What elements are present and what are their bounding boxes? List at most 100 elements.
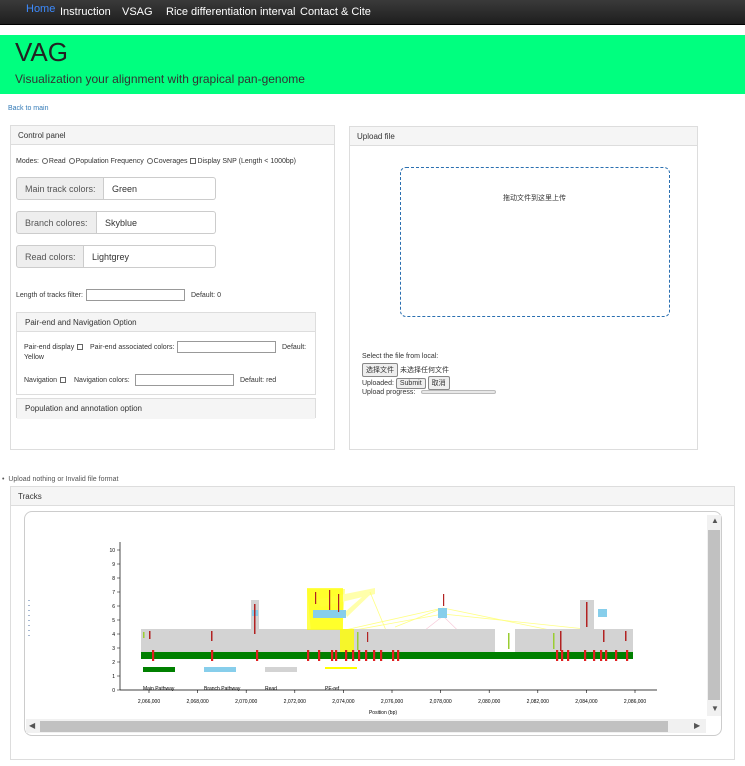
x-tick-label: 2,084,000: [575, 699, 597, 705]
read-color-input[interactable]: Lightgrey: [84, 245, 216, 268]
mode-coverages-radio[interactable]: [146, 158, 153, 165]
navigation-marker: [352, 650, 355, 661]
read-color-label: Read colors:: [16, 245, 84, 268]
top-navbar: Home Instruction VSAG Rice differentiati…: [0, 0, 745, 25]
no-file-chosen-text: 未选择任何文件: [399, 366, 449, 374]
legend-swatch: [325, 667, 357, 669]
modes-row: Modes: Read Population Frequency Coverag…: [16, 158, 296, 165]
pair-end-default-label: Default:: [282, 344, 307, 351]
main-track-color-group: Main track colors: Green: [16, 177, 216, 200]
y-tick-label: 6: [112, 604, 115, 610]
navigation-marker: [615, 650, 618, 661]
nav-instruction[interactable]: Instruction: [60, 6, 111, 18]
navigation-colors-input[interactable]: [135, 374, 234, 386]
mode-read-label: Read: [48, 158, 66, 165]
navigation-marker: [331, 650, 334, 661]
upload-progress-bar: [421, 390, 496, 394]
mode-population-label: Population Frequency: [75, 158, 144, 165]
modes-label: Modes:: [16, 158, 39, 165]
mode-coverages-label: Coverages: [153, 158, 188, 165]
navigation-marker: [584, 650, 587, 661]
legend-label: Read: [265, 686, 277, 692]
pair-end-display-row: Pair-end display: [24, 344, 84, 351]
branch-color-label: Branch colores:: [16, 211, 97, 234]
legend-label: PE-ref: [325, 686, 340, 692]
legend-label: Main Pathway: [143, 686, 175, 692]
population-annotation-panel[interactable]: Population and annotation option: [16, 398, 316, 419]
dropzone-text: 拖动文件到这里上传: [503, 195, 566, 202]
snp-hint: (Length < 1000bp): [238, 158, 297, 165]
pair-end-colors-label: Pair-end associated colors:: [90, 344, 175, 351]
submit-button[interactable]: Submit: [395, 377, 426, 389]
navigation-marker: [358, 650, 361, 661]
navigation-marker: [397, 650, 400, 661]
navigation-marker: [600, 650, 603, 661]
legend-label: Branch Pathway: [204, 686, 241, 692]
navigation-colors-label: Navigation colors:: [74, 377, 130, 384]
length-filter-input[interactable]: [86, 289, 185, 301]
pair-end-display-checkbox[interactable]: [77, 344, 84, 351]
nav-vsag[interactable]: VSAG: [122, 6, 153, 18]
navigation-label: Navigation: [24, 377, 58, 384]
page-subtitle: Visualization your alignment with grapic…: [15, 72, 305, 86]
legend-swatch: [265, 667, 297, 672]
length-filter-default: Default: 0: [191, 292, 221, 299]
upload-panel-heading: Upload file: [350, 127, 697, 146]
pair-end-panel-heading: Pair-end and Navigation Option: [17, 313, 315, 332]
navigation-default: Default: red: [240, 377, 277, 384]
navigation-marker: [307, 650, 310, 661]
y-tick-label: 5: [112, 618, 115, 624]
legend-swatch: [204, 667, 236, 672]
x-tick-label: 2,070,000: [235, 699, 257, 705]
x-tick-label: 2,080,000: [478, 699, 500, 705]
scroll-up-icon[interactable]: ▲: [711, 516, 719, 525]
x-tick-label: 2,086,000: [624, 699, 646, 705]
y-tick-label: 8: [112, 576, 115, 582]
nav-contact-cite[interactable]: Contact & Cite: [300, 6, 371, 18]
header-banner: VAG Visualization your alignment with gr…: [0, 35, 745, 94]
cancel-button[interactable]: 取消: [427, 376, 450, 390]
back-to-main-link[interactable]: Back to main: [8, 105, 48, 112]
branch-color-input[interactable]: Skyblue: [97, 211, 216, 234]
pair-end-colors-input[interactable]: [177, 341, 276, 353]
scroll-right-icon[interactable]: ▶: [694, 721, 700, 730]
navigation-checkbox[interactable]: [60, 377, 67, 384]
tracks-horizontal-scroll-thumb[interactable]: [40, 721, 668, 732]
y-tick-label: 2: [112, 660, 115, 666]
x-tick-label: 2,074,000: [332, 699, 354, 705]
choose-file-button[interactable]: 选择文件: [362, 363, 398, 377]
main-track-color-label: Main track colors:: [16, 177, 104, 200]
y-tick-label: 0: [112, 688, 115, 694]
mode-read-radio[interactable]: [41, 158, 48, 165]
main-track-color-input[interactable]: Green: [104, 177, 216, 200]
tracks-viewer[interactable]: 0 1 2 3 4 5 6 7 8 9 10 2,066,000 2,068,000 2,070,000…: [24, 511, 722, 736]
x-tick-label: 2,072,000: [284, 699, 306, 705]
navigation-marker: [556, 650, 559, 661]
navigation-marker: [605, 650, 608, 661]
mode-population-radio[interactable]: [68, 158, 75, 165]
nav-rice-differentiation-interval[interactable]: Rice differentiation interval: [166, 6, 295, 18]
navigation-marker: [626, 650, 629, 661]
x-tick-label: 2,078,000: [429, 699, 451, 705]
pair-end-display-label: Pair-end display: [24, 344, 75, 351]
pair-end-default-value: Yellow: [24, 354, 44, 361]
scroll-down-icon[interactable]: ▼: [711, 704, 719, 713]
status-message-text: Upload nothing or Invalid file format: [8, 476, 119, 483]
navigation-marker: [335, 650, 338, 661]
navigation-marker: [345, 650, 348, 661]
display-snp-label: Display SNP: [197, 158, 237, 165]
length-filter-label: Length of tracks filter:: [16, 292, 83, 299]
x-tick-label: 2,066,000: [138, 699, 160, 705]
display-snp-checkbox[interactable]: [190, 158, 197, 165]
nav-home[interactable]: Home: [26, 3, 55, 15]
navigation-marker: [380, 650, 383, 661]
navigation-marker: [256, 650, 259, 661]
navigation-marker: [561, 650, 564, 661]
navigation-marker: [373, 650, 376, 661]
tracks-vertical-scroll-thumb[interactable]: [708, 530, 720, 700]
scroll-left-icon[interactable]: ◀: [29, 721, 35, 730]
navigation-row: Navigation: [24, 377, 67, 384]
navigation-marker: [567, 650, 570, 661]
upload-dropzone[interactable]: [400, 167, 670, 317]
navigation-marker: [365, 650, 368, 661]
